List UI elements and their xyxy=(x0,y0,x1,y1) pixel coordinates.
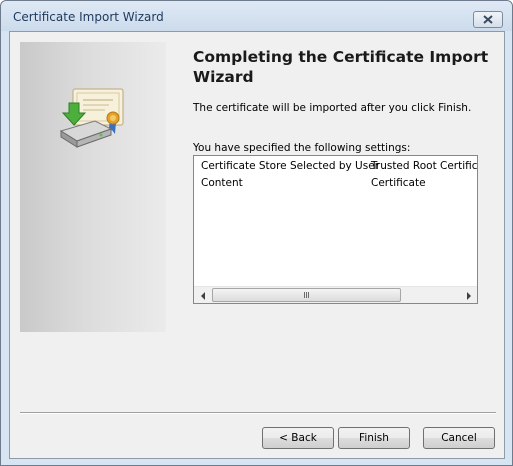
setting-name: Content xyxy=(201,177,243,189)
setting-value: Certificate xyxy=(371,177,426,189)
list-item[interactable]: Content Certificate xyxy=(194,176,477,192)
horizontal-scrollbar[interactable] xyxy=(194,286,477,303)
window-title: Certificate Import Wizard xyxy=(13,10,164,24)
cancel-button[interactable]: Cancel xyxy=(423,427,495,449)
scroll-right-button[interactable] xyxy=(460,287,477,303)
scroll-left-button[interactable] xyxy=(194,287,211,303)
grip-icon xyxy=(304,292,309,298)
page-title: Completing the Certificate Import Wizard xyxy=(193,48,489,86)
certificate-import-icon xyxy=(59,88,124,148)
setting-name: Certificate Store Selected by User xyxy=(201,160,379,172)
title-bar[interactable]: Certificate Import Wizard xyxy=(1,1,512,31)
list-item[interactable]: Certificate Store Selected by User Trust… xyxy=(194,159,477,175)
wizard-window: Certificate Import Wizard Completing the… xyxy=(0,0,513,466)
setting-value: Trusted Root Certifica xyxy=(371,160,478,172)
close-button[interactable] xyxy=(473,11,503,28)
finish-button[interactable]: Finish xyxy=(338,427,410,449)
scroll-right-arrow-icon xyxy=(466,291,471,300)
wizard-content: Completing the Certificate Import Wizard… xyxy=(9,31,505,459)
back-button[interactable]: < Back xyxy=(262,427,334,449)
divider xyxy=(20,412,496,414)
side-panel xyxy=(20,42,166,332)
scroll-left-arrow-icon xyxy=(200,291,205,300)
settings-label: You have specified the following setting… xyxy=(193,142,411,154)
settings-list[interactable]: Certificate Store Selected by User Trust… xyxy=(193,155,478,304)
close-x-icon xyxy=(483,15,493,24)
info-text: The certificate will be imported after y… xyxy=(193,102,472,114)
scrollbar-thumb[interactable] xyxy=(212,288,401,302)
